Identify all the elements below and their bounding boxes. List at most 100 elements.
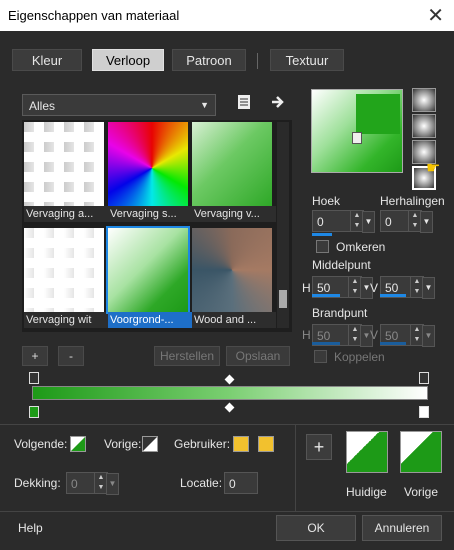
divider bbox=[0, 424, 454, 425]
save-button[interactable]: Opslaan bbox=[226, 346, 290, 366]
gallery-item-caption: Vervaging v... bbox=[192, 206, 276, 222]
current-material-swatch[interactable] bbox=[346, 431, 388, 473]
color-stop-marker[interactable] bbox=[419, 372, 429, 384]
gradient-editor-bar[interactable] bbox=[32, 386, 428, 400]
midpoint-v-value[interactable]: 50 bbox=[385, 281, 398, 295]
midpoint-label: Middelpunt bbox=[312, 258, 371, 272]
next-color-swatch[interactable] bbox=[70, 436, 86, 452]
repeats-label: Herhalingen bbox=[380, 194, 445, 208]
chevron-down-icon: ▼ bbox=[200, 100, 209, 110]
chevron-down-icon[interactable]: ▼ bbox=[422, 277, 435, 299]
tab-textuur[interactable]: Textuur bbox=[270, 49, 344, 71]
invert-label: Omkeren bbox=[336, 240, 386, 254]
divider-vertical bbox=[295, 424, 296, 512]
user-color-swatch-2[interactable] bbox=[258, 436, 274, 452]
focal-v-value[interactable]: 50 bbox=[385, 329, 398, 343]
rectangular-style-icon[interactable] bbox=[412, 114, 436, 138]
ok-button[interactable]: OK bbox=[276, 515, 356, 541]
arrow-right-icon[interactable] bbox=[270, 94, 286, 110]
gradient-thumbnail bbox=[24, 122, 104, 206]
repeats-value[interactable]: 0 bbox=[385, 215, 392, 229]
gradient-thumbnail bbox=[108, 122, 188, 206]
color-stop-end[interactable] bbox=[419, 406, 429, 418]
midpoint-h-label: H bbox=[302, 281, 311, 295]
gallery-item[interactable]: Wood and ... bbox=[192, 228, 276, 328]
next-label: Volgende: bbox=[14, 437, 68, 451]
chevron-down-icon[interactable]: ▼ bbox=[420, 211, 433, 233]
previous-material-label: Vorige bbox=[404, 485, 439, 499]
midpoint-v-bar bbox=[380, 294, 406, 297]
focal-h-bar bbox=[312, 342, 340, 345]
gradient-thumbnail bbox=[192, 122, 272, 206]
angle-bar bbox=[312, 233, 332, 236]
gallery-item-caption: Vervaging wit bbox=[24, 312, 108, 328]
title-bar: Eigenschappen van materiaal ✕ bbox=[0, 0, 454, 31]
tab-verloop[interactable]: Verloop bbox=[92, 49, 164, 71]
focal-label: Brandpunt bbox=[312, 306, 368, 320]
gallery-item-selected[interactable]: Voorgrond-... bbox=[106, 226, 192, 328]
help-link[interactable]: Help bbox=[18, 521, 43, 535]
opacity-stepper[interactable]: 0 ▲ ▼ ▼ bbox=[66, 472, 119, 495]
remove-gradient-button[interactable]: - bbox=[58, 346, 84, 366]
chevron-down-icon[interactable]: ▼ bbox=[422, 325, 435, 347]
midpoint-h-value[interactable]: 50 bbox=[317, 281, 330, 295]
gallery-item-caption: Vervaging a... bbox=[24, 206, 108, 222]
previous-material-swatch[interactable] bbox=[400, 431, 442, 473]
location-label: Locatie: bbox=[180, 476, 223, 490]
scrollbar-thumb[interactable] bbox=[279, 290, 287, 308]
category-value: Alles bbox=[29, 99, 56, 113]
angle-value[interactable]: 0 bbox=[317, 215, 324, 229]
previous-color-swatch[interactable] bbox=[142, 436, 158, 452]
link-checkbox[interactable] bbox=[314, 350, 327, 363]
gallery-item[interactable]: Vervaging s... bbox=[108, 122, 192, 222]
resource-manager-icon[interactable] bbox=[236, 94, 252, 110]
chevron-down-icon[interactable]: ▼ bbox=[362, 211, 375, 233]
focal-v-bar bbox=[380, 342, 406, 345]
hand-pointer-icon: ☛ bbox=[426, 160, 441, 177]
gallery-item-caption: Wood and ... bbox=[192, 312, 276, 328]
midpoint-marker[interactable] bbox=[224, 374, 235, 385]
preview-overlay bbox=[356, 94, 400, 134]
color-stop-marker[interactable] bbox=[29, 372, 39, 384]
preview-marker[interactable] bbox=[352, 132, 362, 144]
location-value[interactable]: 0 bbox=[229, 477, 236, 491]
user-label: Gebruiker: bbox=[174, 437, 231, 451]
gallery-item[interactable]: Vervaging v... bbox=[192, 122, 276, 222]
user-color-swatch[interactable] bbox=[233, 436, 249, 452]
gradient-gallery: Vervaging a... Vervaging s... Vervaging … bbox=[22, 120, 292, 332]
previous-label: Vorige: bbox=[104, 437, 142, 451]
midpoint-v-label: V bbox=[370, 281, 379, 295]
add-gradient-button[interactable]: + bbox=[22, 346, 48, 366]
current-label: Huidige bbox=[346, 485, 387, 499]
color-stop-start[interactable] bbox=[29, 406, 39, 418]
linear-style-icon[interactable] bbox=[412, 88, 436, 112]
invert-checkbox[interactable] bbox=[316, 240, 329, 253]
chevron-down-icon[interactable]: ▼ bbox=[106, 473, 119, 495]
gradient-preview[interactable] bbox=[311, 89, 403, 173]
gallery-scrollbar[interactable] bbox=[277, 122, 289, 328]
gallery-item-caption: Vervaging s... bbox=[108, 206, 192, 222]
gallery-item[interactable]: Vervaging a... bbox=[24, 122, 108, 222]
divider bbox=[0, 511, 454, 512]
add-swatch-button[interactable]: + bbox=[306, 434, 332, 460]
midpoint-h-bar bbox=[312, 294, 340, 297]
tab-kleur[interactable]: Kleur bbox=[12, 49, 82, 71]
gradient-thumbnail bbox=[192, 228, 272, 312]
repeats-stepper[interactable]: 0 ▲ ▼ ▼ bbox=[380, 210, 433, 233]
cancel-button[interactable]: Annuleren bbox=[362, 515, 442, 541]
link-label: Koppelen bbox=[334, 350, 385, 364]
close-icon[interactable]: ✕ bbox=[427, 3, 444, 28]
opacity-label: Dekking: bbox=[14, 476, 61, 490]
category-dropdown[interactable]: Alles ▼ bbox=[22, 94, 216, 116]
midpoint-marker[interactable] bbox=[224, 402, 235, 413]
focal-h-value[interactable]: 50 bbox=[317, 329, 330, 343]
focal-h-label: H bbox=[302, 328, 311, 342]
restore-button[interactable]: Herstellen bbox=[154, 346, 220, 366]
gradient-thumbnail bbox=[108, 228, 188, 312]
angle-stepper[interactable]: 0 ▲ ▼ ▼ bbox=[312, 210, 375, 233]
gallery-item[interactable]: Vervaging wit bbox=[24, 228, 108, 328]
angle-label: Hoek bbox=[312, 194, 341, 208]
location-field[interactable]: 0 bbox=[224, 472, 258, 494]
opacity-value[interactable]: 0 bbox=[71, 477, 78, 491]
tab-patroon[interactable]: Patroon bbox=[172, 49, 246, 71]
